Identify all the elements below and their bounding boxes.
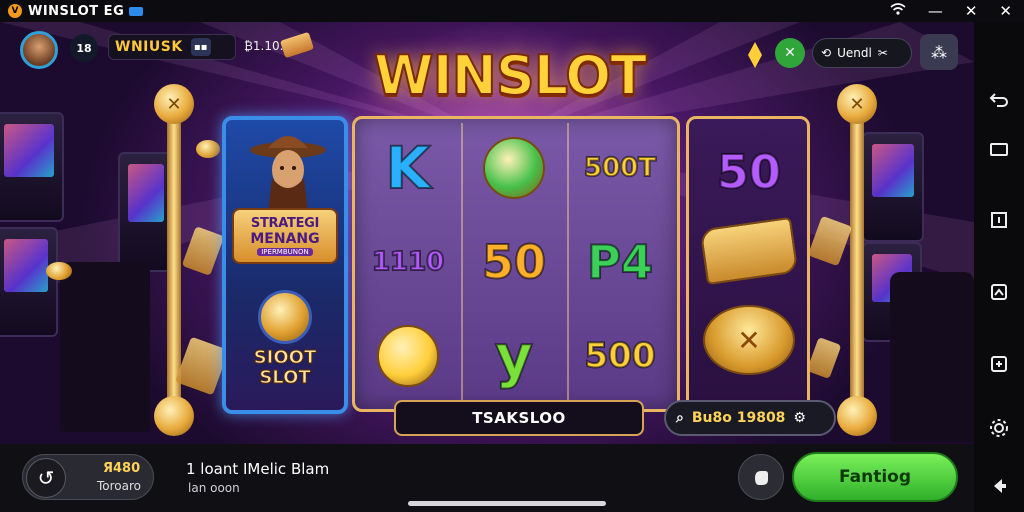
scroll-icon: [699, 216, 799, 286]
settings-pill-label: Uendl: [837, 46, 872, 60]
card-slot-line-2: SLOT: [259, 367, 311, 388]
reel-symbol: 500: [570, 315, 670, 397]
reel-symbol-text: K: [385, 133, 432, 203]
slot-coin-icon: [258, 290, 312, 344]
banner-line-2: MENANG: [250, 230, 320, 247]
window-icon[interactable]: [987, 208, 1011, 232]
profile-icon: ▪▪: [190, 38, 211, 56]
reel-symbol-text: 1110: [371, 246, 445, 278]
banner-line-3: IPERMBUNON: [257, 247, 313, 256]
reel-symbol: P4: [570, 221, 670, 303]
screen-icon[interactable]: [987, 138, 1011, 162]
reel-symbol: 500T: [570, 127, 670, 209]
close-icon[interactable]: ✕: [965, 2, 978, 20]
reel-divider: [461, 123, 463, 407]
refresh-icon: ⟲: [821, 46, 832, 60]
player-name-box[interactable]: WNIUSK ▪▪: [108, 34, 236, 60]
gold-coin-icon: [377, 325, 439, 387]
play-button[interactable]: Fantiog: [792, 452, 958, 502]
reel-symbol-text: P4: [586, 234, 654, 290]
reel-symbol-text: 500: [584, 335, 657, 377]
reel-symbol-text: 50: [716, 144, 782, 200]
arcade-machine: [0, 112, 64, 222]
strategy-card[interactable]: STRATEGI MENANG IPERMBUNON SIOOT SLOT: [222, 116, 348, 414]
arcade-machine: [118, 152, 174, 272]
search-field-text: Bu8o 19808: [691, 410, 786, 426]
wifi-icon: [890, 2, 906, 20]
game-label[interactable]: TSAKSLOO: [394, 400, 644, 436]
settings-gear-icon[interactable]: [987, 416, 1011, 440]
player-balance: ₿1.10.: [244, 39, 284, 53]
app-logo-icon: V: [8, 4, 22, 18]
search-field[interactable]: ⌕ Bu8o 19808 ⚙: [664, 400, 836, 436]
reel-symbol: [358, 315, 458, 397]
minimize-icon[interactable]: —: [928, 2, 943, 20]
back-group[interactable]: ↺ Я480 Toroaro: [22, 454, 154, 500]
undo-icon[interactable]: ↺: [26, 458, 66, 498]
strategy-banner: STRATEGI MENANG IPERMBUNON: [232, 208, 338, 264]
arrow-left-icon[interactable]: [987, 474, 1011, 498]
right-bottom-orb-icon: [837, 396, 877, 436]
left-top-orb-icon[interactable]: ✕: [154, 84, 194, 124]
slot-reels[interactable]: K 500T 1110 50 P4 y 500: [352, 116, 680, 412]
chat-icon[interactable]: [129, 6, 144, 16]
gear-icon[interactable]: ⚙: [793, 410, 806, 426]
gold-coin-icon: [483, 137, 545, 199]
home-indicator[interactable]: [408, 501, 606, 506]
reel-symbol: y: [464, 315, 564, 397]
window-close-icon[interactable]: ✕: [999, 2, 1012, 20]
reel-symbol: 1110: [358, 221, 458, 303]
reel-symbol-text: 500T: [583, 152, 657, 184]
chair: [60, 262, 150, 432]
tools-icon: ✂: [877, 46, 888, 60]
cowboy-icon: [250, 136, 326, 212]
search-icon: ⌕: [676, 410, 684, 426]
info-subtitle: lan ooon: [188, 481, 240, 495]
game-viewport[interactable]: 18 WNIUSK ▪▪ ₿1.10. WINSLOT ✕ ⟲ Uendl ✂ …: [0, 22, 974, 444]
card-slot-label: SIOOT SLOT: [236, 347, 334, 388]
reel-divider: [567, 123, 569, 407]
reel-symbol: K: [358, 127, 458, 209]
reel-symbol: 50: [464, 221, 564, 303]
coin-icon: [196, 140, 220, 158]
app-title: WINSLOT EG: [28, 3, 125, 19]
banner-line-1: STRATEGI: [250, 215, 320, 231]
right-top-orb-icon[interactable]: ✕: [837, 84, 877, 124]
chair: [890, 272, 974, 442]
reel-symbol: 50: [699, 131, 799, 213]
reel-symbol-text: y: [494, 321, 534, 391]
coin-stack-icon: ✕: [703, 305, 795, 375]
bonus-button[interactable]: ✕: [775, 38, 805, 68]
back-value: Я480: [103, 461, 141, 476]
arcade-machine: [0, 227, 58, 337]
reel-symbol: [464, 127, 564, 209]
screenshot-icon[interactable]: [987, 280, 1011, 304]
player-name: WNIUSK: [115, 39, 183, 55]
player-avatar[interactable]: [20, 31, 58, 69]
game-title: WINSLOT: [373, 43, 648, 108]
level-badge[interactable]: 18: [70, 34, 98, 62]
arcade-machine: [862, 132, 924, 242]
coin-icon: [46, 262, 72, 280]
menu-button[interactable]: ⁂: [920, 34, 958, 70]
right-pillar: [850, 114, 864, 414]
status-bar: V WINSLOT EG — ✕ ✕: [0, 0, 1024, 22]
hand-icon[interactable]: [738, 454, 784, 500]
back-icon[interactable]: [987, 88, 1011, 112]
back-sub-label: Toroaro: [97, 479, 142, 493]
settings-pill[interactable]: ⟲ Uendl ✂: [812, 38, 912, 68]
record-icon[interactable]: [987, 352, 1011, 376]
reel-symbol-text: 50: [481, 234, 547, 290]
info-title: 1 loant IMelic Blam: [186, 460, 330, 478]
bottom-bar: ↺ Я480 Toroaro 1 loant IMelic Blam lan o…: [0, 444, 974, 512]
bonus-reel[interactable]: 50 ✕: [686, 116, 810, 412]
left-bottom-orb-icon: [154, 396, 194, 436]
card-slot-line-1: SIOOT: [253, 347, 317, 368]
system-nav: [974, 22, 1024, 512]
